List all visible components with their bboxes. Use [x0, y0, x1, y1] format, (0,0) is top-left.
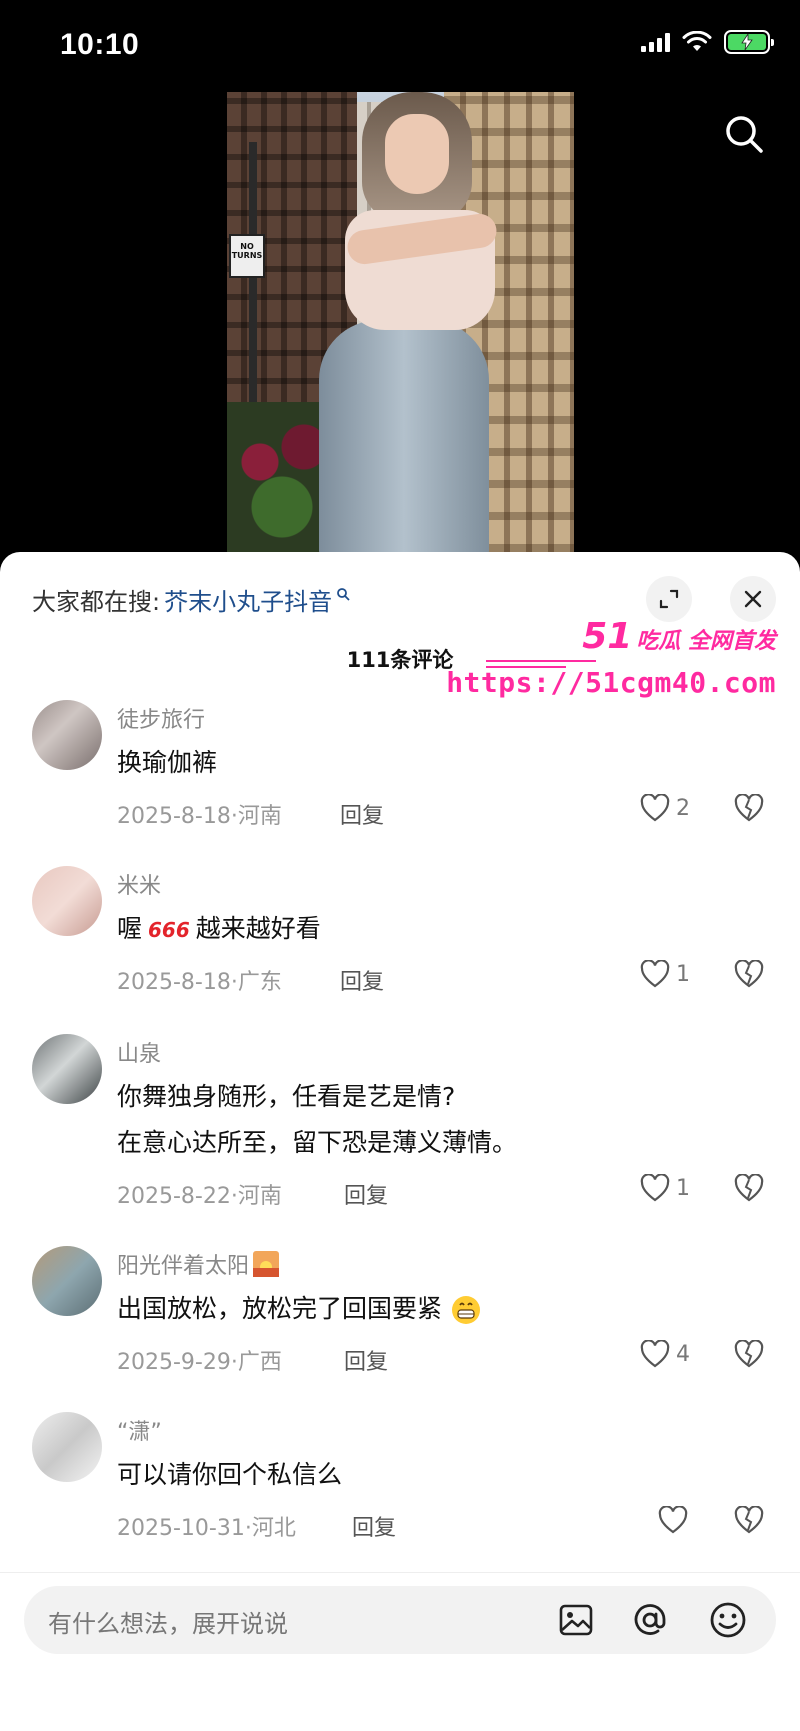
status-time: 10:10	[60, 28, 140, 61]
mention-button[interactable]	[630, 1600, 670, 1640]
reply-button[interactable]: 回复	[340, 798, 384, 830]
reply-button[interactable]: 回复	[344, 1344, 388, 1376]
close-icon	[744, 590, 762, 608]
comment-meta: 2025-8-22·河南	[117, 1184, 282, 1209]
expand-button[interactable]	[646, 576, 692, 622]
video-person-face	[385, 114, 449, 194]
broken-heart-icon	[734, 1339, 764, 1368]
comment-text: 换瑜伽裤	[117, 748, 218, 777]
avatar[interactable]	[32, 866, 102, 936]
emoji-button[interactable]	[708, 1600, 748, 1640]
grin-emoji-icon	[451, 1296, 480, 1324]
heart-icon	[640, 1174, 670, 1202]
comment-author[interactable]: 山泉	[117, 1036, 161, 1068]
avatar[interactable]	[32, 1246, 102, 1316]
comment-text-part: 喔	[117, 914, 143, 943]
broken-heart-icon	[734, 959, 764, 988]
expand-icon	[659, 589, 679, 609]
comment-text: 喔 666 越来越好看	[117, 910, 321, 948]
comment-text: 你舞独身随形，任看是艺是情? 在意心达所至，留下恐是薄义薄情。	[117, 1078, 517, 1161]
at-icon	[634, 1604, 666, 1635]
video-person-jeans	[319, 320, 489, 552]
comment-meta: 2025-9-29·广西	[117, 1350, 282, 1375]
search-icon	[726, 116, 763, 153]
search-mini-icon	[337, 587, 350, 601]
broken-heart-icon	[734, 1505, 764, 1534]
comment-meta: 2025-8-18·广东	[117, 970, 282, 995]
heart-icon	[658, 1506, 688, 1534]
search-button[interactable]	[722, 112, 766, 156]
dislike-button[interactable]	[734, 1173, 764, 1206]
comment-author[interactable]: 米米	[117, 868, 161, 900]
dislike-button[interactable]	[734, 793, 764, 826]
sheet-header: 大家都在搜: 芥末小丸子抖音	[0, 552, 800, 632]
image-icon	[559, 1604, 593, 1636]
status-icons	[641, 30, 774, 54]
heart-icon	[640, 960, 670, 988]
dislike-button[interactable]	[734, 1339, 764, 1372]
like-count: 2	[676, 795, 690, 821]
comment-item: 山泉 你舞独身随形，任看是艺是情? 在意心达所至，留下恐是薄义薄情。 2025-…	[0, 1034, 800, 1224]
comment-item: 阳光伴着太阳 出国放松，放松完了回国要紧 2025-9-29·广西 回复 4	[0, 1246, 800, 1386]
comment-meta: 2025-10-31·河北	[117, 1516, 296, 1541]
like-button[interactable]: 4	[640, 1340, 690, 1368]
search-suggestion-keyword[interactable]: 芥末小丸子抖音	[164, 582, 332, 617]
video-frame[interactable]: NO TURNS	[227, 92, 574, 552]
search-suggestion[interactable]: 大家都在搜: 芥末小丸子抖音	[32, 582, 350, 617]
comment-text-line: 你舞独身随形，任看是艺是情?	[117, 1082, 456, 1111]
close-button[interactable]	[730, 576, 776, 622]
comment-item: 米米 喔 666 越来越好看 2025-8-18·广东 回复 1	[0, 866, 800, 1006]
image-button[interactable]	[556, 1600, 596, 1640]
battery-icon	[724, 30, 774, 54]
divider	[0, 1572, 800, 1573]
status-bar: 10:10	[0, 0, 800, 90]
comment-text-line: 在意心达所至，留下恐是薄义薄情。	[117, 1127, 518, 1157]
comment-author[interactable]: “潇”	[117, 1414, 162, 1446]
comment-input[interactable]: 有什么想法，展开说说	[24, 1586, 776, 1654]
like-button[interactable]: 2	[640, 794, 690, 822]
comment-author-name: 阳光伴着太阳	[117, 1254, 250, 1279]
like-count: 1	[676, 1175, 690, 1201]
avatar[interactable]	[32, 700, 102, 770]
video-street-sign: NO TURNS	[229, 234, 265, 278]
heart-icon	[640, 1340, 670, 1368]
comment-meta: 2025-8-18·河南	[117, 804, 282, 829]
reply-button[interactable]: 回复	[340, 964, 384, 996]
reply-button[interactable]: 回复	[352, 1510, 396, 1542]
like-button[interactable]	[658, 1506, 694, 1534]
cellular-signal-icon	[641, 32, 670, 52]
smiley-icon	[710, 1602, 746, 1638]
comment-author[interactable]: 徒步旅行	[117, 702, 205, 734]
dislike-button[interactable]	[734, 1505, 764, 1538]
comment-count: 111条评论	[346, 648, 454, 672]
like-button[interactable]: 1	[640, 1174, 690, 1202]
comment-item: “潇” 可以请你回个私信么 2025-10-31·河北 回复	[0, 1412, 800, 1552]
comment-text-part: 出国放松，放松完了回国要紧	[117, 1294, 443, 1323]
comment-text: 出国放松，放松完了回国要紧	[117, 1290, 482, 1328]
comments-sheet: 大家都在搜: 芥末小丸子抖音 111条评论 51 吃瓜 全网首发 https:/…	[0, 552, 800, 1731]
heart-icon	[640, 794, 670, 822]
like-count: 1	[676, 961, 690, 987]
avatar[interactable]	[32, 1412, 102, 1482]
search-suggestion-prefix: 大家都在搜:	[32, 588, 161, 616]
avatar[interactable]	[32, 1034, 102, 1104]
wifi-icon	[682, 31, 712, 51]
sunrise-emoji-icon	[253, 1251, 280, 1277]
like-count: 4	[676, 1341, 690, 1367]
comment-item: 徒步旅行 换瑜伽裤 2025-8-18·河南 回复 2	[0, 700, 800, 840]
emoji-666: 666	[148, 918, 190, 942]
dislike-button[interactable]	[734, 959, 764, 992]
video-player[interactable]: NO TURNS	[0, 90, 800, 552]
like-button[interactable]: 1	[640, 960, 690, 988]
comment-author[interactable]: 阳光伴着太阳	[117, 1248, 280, 1280]
reply-button[interactable]: 回复	[344, 1178, 388, 1210]
broken-heart-icon	[734, 793, 764, 822]
comment-input-placeholder[interactable]: 有什么想法，展开说说	[48, 1604, 288, 1639]
broken-heart-icon	[734, 1173, 764, 1202]
comment-text: 可以请你回个私信么	[117, 1460, 343, 1489]
comment-text-part: 越来越好看	[195, 914, 321, 943]
